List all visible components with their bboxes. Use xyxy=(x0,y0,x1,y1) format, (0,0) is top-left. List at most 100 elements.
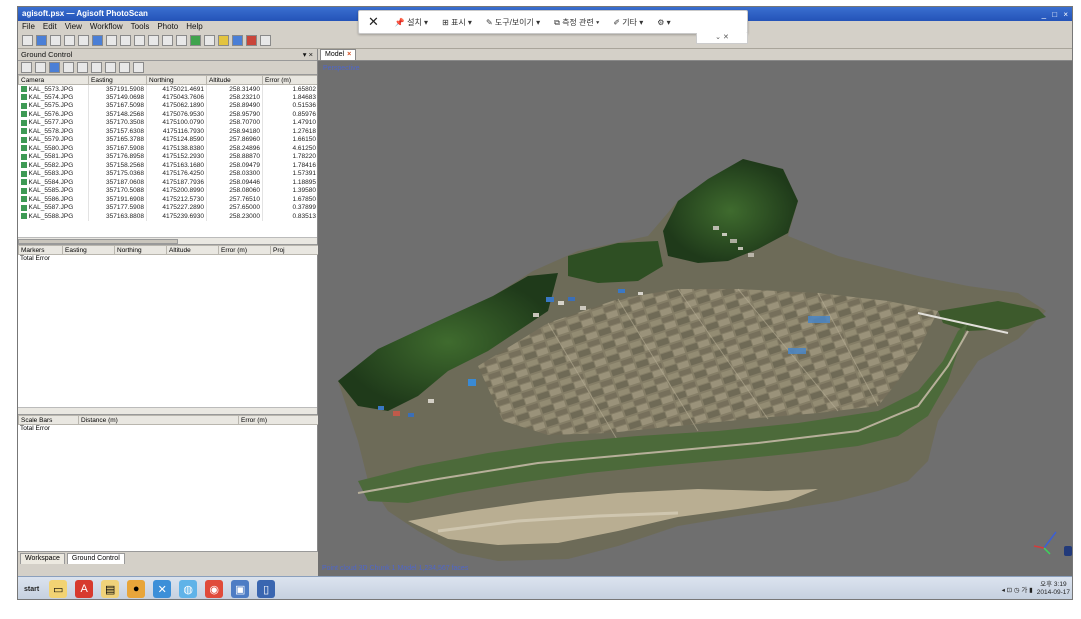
menu-view[interactable]: View xyxy=(65,21,82,33)
table-row[interactable]: KAL_5588.JPG 357163.8808 4175239.6930 258.2… xyxy=(18,212,317,221)
document-icon[interactable]: ▯ xyxy=(257,580,276,598)
texture-icon[interactable] xyxy=(218,35,229,46)
projection-label: Perspective xyxy=(323,65,360,72)
zoom-in-icon[interactable] xyxy=(134,35,145,46)
markers-icon[interactable] xyxy=(246,35,257,46)
import-icon[interactable] xyxy=(21,62,32,73)
menu-photo[interactable]: Photo xyxy=(157,21,178,33)
region-icon[interactable] xyxy=(260,35,271,46)
column-header[interactable]: Scale Bars xyxy=(18,415,79,425)
column-header[interactable]: Proj xyxy=(270,245,319,255)
select-icon[interactable] xyxy=(106,35,117,46)
crop-icon[interactable] xyxy=(120,35,131,46)
table-row[interactable]: KAL_5579.JPG 357165.3788 4175124.8590 257.8… xyxy=(18,135,317,144)
cameras-icon[interactable] xyxy=(232,35,243,46)
tab-model[interactable]: Model × xyxy=(320,49,357,60)
tray-icons[interactable]: ◂ ⊡ ◷ 가 ▮ xyxy=(1002,584,1033,594)
close-icon[interactable]: × xyxy=(347,50,351,60)
chrome-icon[interactable]: ◉ xyxy=(205,580,224,598)
window-icon[interactable]: ▣ xyxy=(231,580,250,598)
photoscan-icon[interactable]: ● xyxy=(127,580,146,598)
camera-name-cell: KAL_5578.JPG xyxy=(18,127,89,136)
settings-icon[interactable] xyxy=(133,62,144,73)
table-row[interactable]: KAL_5575.JPG 357167.5098 4175062.1890 258.8… xyxy=(18,101,317,110)
menu-tools[interactable]: Tools xyxy=(131,21,150,33)
column-header[interactable]: Error (m) xyxy=(218,245,271,255)
overlay-tools-button[interactable]: ✎ 도구/보이기 ▾ xyxy=(479,17,547,28)
table-row[interactable]: KAL_5586.JPG 357191.6908 4175212.5730 257.7… xyxy=(18,195,317,204)
column-header[interactable]: Error (m) xyxy=(262,75,317,85)
globe-icon[interactable]: ◍ xyxy=(179,580,198,598)
scrollbar-thumb[interactable] xyxy=(18,239,178,244)
table-row[interactable]: KAL_5585.JPG 357170.5088 4175200.8990 258.0… xyxy=(18,186,317,195)
export-icon[interactable] xyxy=(35,62,46,73)
tools-icon[interactable]: ✕ xyxy=(153,580,172,598)
column-header[interactable]: Easting xyxy=(62,245,115,255)
tab-workspace[interactable]: Workspace xyxy=(20,553,65,564)
overlay-settings-button[interactable]: ⚙ ▾ xyxy=(650,18,677,27)
window-controls[interactable]: _ □ × xyxy=(1042,8,1070,22)
clock[interactable]: 오후 3:19 2014-09-17 xyxy=(1037,581,1070,597)
table-row[interactable]: KAL_5587.JPG 357177.5908 4175227.2890 257.6… xyxy=(18,203,317,212)
overlay-pin-button[interactable]: 📌 설치 ▾ xyxy=(388,17,435,28)
view-errors-icon[interactable] xyxy=(119,62,130,73)
overlay-measure-button[interactable]: ⧉ 측정 관련 ▾ xyxy=(547,17,606,28)
table-row[interactable]: KAL_5578.JPG 357157.6308 4175116.7930 258.9… xyxy=(18,127,317,136)
horizontal-scrollbar[interactable] xyxy=(18,237,317,244)
tab-ground-control[interactable]: Ground Control xyxy=(66,553,125,564)
open-icon[interactable] xyxy=(36,35,47,46)
rotate-icon[interactable] xyxy=(162,35,173,46)
start-button[interactable]: start xyxy=(22,586,41,593)
view-source-icon[interactable] xyxy=(91,62,102,73)
redo-icon[interactable] xyxy=(78,35,89,46)
column-header[interactable]: Camera xyxy=(18,75,89,85)
close-icon[interactable]: ✕ xyxy=(359,14,388,30)
column-header[interactable]: Northing xyxy=(146,75,207,85)
overlay-display-button[interactable]: ⊞ 표시 ▾ xyxy=(435,17,479,28)
column-header[interactable]: Distance (m) xyxy=(78,415,239,425)
column-header[interactable]: Markers xyxy=(18,245,63,255)
table-cell: 258.24896 xyxy=(206,144,263,153)
wireframe-icon[interactable] xyxy=(204,35,215,46)
column-header[interactable]: Error (m) xyxy=(238,415,319,425)
new-icon[interactable] xyxy=(22,35,33,46)
mesh-icon[interactable] xyxy=(190,35,201,46)
overlay-etc-button[interactable]: ✐ 기타 ▾ xyxy=(606,17,650,28)
folder-icon[interactable]: ▭ xyxy=(49,580,68,598)
menu-file[interactable]: File xyxy=(22,21,35,33)
menu-edit[interactable]: Edit xyxy=(43,21,57,33)
save-icon[interactable] xyxy=(50,35,61,46)
model-view[interactable]: Model × Perspective Point cloud 3D Chunk… xyxy=(318,49,1073,576)
points-icon[interactable] xyxy=(176,35,187,46)
table-row[interactable]: KAL_5583.JPG 357175.0368 4175176.4250 258.0… xyxy=(18,169,317,178)
update-icon[interactable] xyxy=(63,62,74,73)
navigation-icon[interactable] xyxy=(92,35,103,46)
table-row[interactable]: KAL_5577.JPG 357170.3508 4175100.0790 258.7… xyxy=(18,118,317,127)
table-row[interactable]: KAL_5582.JPG 357158.2568 4175163.1680 258.0… xyxy=(18,161,317,170)
table-row[interactable]: KAL_5581.JPG 357176.8958 4175152.2930 258.8… xyxy=(18,152,317,161)
column-header[interactable]: Northing xyxy=(114,245,167,255)
table-row[interactable]: KAL_5576.JPG 357148.2568 4175076.9530 258.9… xyxy=(18,110,317,119)
overlay-collapse[interactable]: ⌄ ✕ xyxy=(696,33,748,44)
acrobat-icon[interactable]: A xyxy=(75,580,94,598)
terrain-model[interactable] xyxy=(318,61,1073,576)
nav-icon[interactable] xyxy=(1064,546,1072,556)
column-header[interactable]: Altitude xyxy=(166,245,219,255)
menu-workflow[interactable]: Workflow xyxy=(90,21,123,33)
reset-icon[interactable] xyxy=(77,62,88,73)
column-header[interactable]: Easting xyxy=(88,75,147,85)
view-estimated-icon[interactable] xyxy=(105,62,116,73)
horizontal-scrollbar[interactable] xyxy=(18,407,317,414)
table-cell: 258.89490 xyxy=(206,101,263,110)
column-header[interactable]: Altitude xyxy=(206,75,263,85)
dock-pin-close[interactable]: ▾ × xyxy=(303,49,313,61)
explorer-icon[interactable]: ▤ xyxy=(101,580,120,598)
table-row[interactable]: KAL_5573.JPG 357191.5908 4175021.4691 258.3… xyxy=(18,84,317,93)
table-row[interactable]: KAL_5574.JPG 357149.0698 4175043.7606 258.2… xyxy=(18,93,317,102)
optimize-icon[interactable] xyxy=(49,62,60,73)
menu-help[interactable]: Help xyxy=(186,21,202,33)
undo-icon[interactable] xyxy=(64,35,75,46)
table-row[interactable]: KAL_5580.JPG 357167.5908 4175138.8380 258.2… xyxy=(18,144,317,153)
table-row[interactable]: KAL_5584.JPG 357187.0608 4175187.7936 258.0… xyxy=(18,178,317,187)
zoom-out-icon[interactable] xyxy=(148,35,159,46)
